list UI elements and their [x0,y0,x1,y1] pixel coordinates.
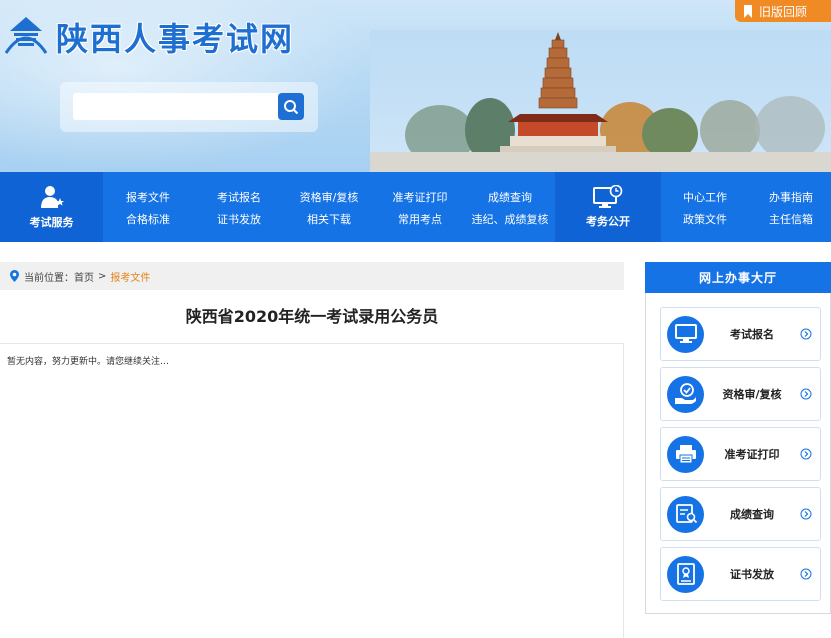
side-item-icon-wrap [667,375,704,413]
nav-link-policy-docs[interactable]: 政策文件 [683,211,727,227]
breadcrumb-separator: > [98,270,107,282]
side-item-label: 成绩查询 [730,508,774,521]
side-item-label: 准考证打印 [724,448,780,461]
pagoda-scene-illustration [370,30,831,172]
old-version-label: 旧版回顾 [759,4,808,19]
side-item-label: 考试报名 [730,328,774,341]
nav-link-exam-register[interactable]: 考试报名 [217,189,261,205]
article-title: 陕西省2020年统一考试录用公务员 [185,307,439,326]
search-button[interactable] [278,93,304,120]
side-item-icon-wrap [667,435,704,473]
nav-link-score-query[interactable]: 成绩查询 [488,189,532,205]
main-nav: 考试服务 报考文件 合格标准 考试报名 证书发放 资格审/复核 相关下载 准考证… [0,172,831,242]
side-item-score-query[interactable]: 成绩查询 [660,487,821,541]
nav-exam-service[interactable]: 考试服务 [0,172,103,242]
nav-exam-public-label: 考务公开 [586,215,630,228]
side-item-admission-print[interactable]: 准考证打印 [660,427,821,481]
nav-link-center-work[interactable]: 中心工作 [683,189,727,205]
online-service-title: 网上办事大厅 [645,262,831,293]
site-logo-icon [4,17,48,54]
side-item-qualification[interactable]: 资格审/复核 [660,367,821,421]
nav-link-certificate[interactable]: 证书发放 [217,211,261,227]
nav-link-director-mailbox[interactable]: 主任信箱 [769,211,813,227]
nav-exam-public[interactable]: 考务公开 [555,172,661,242]
nav-link-qualification[interactable]: 资格审/复核 [300,189,359,205]
side-item-icon-wrap [667,495,704,533]
nav-link-downloads[interactable]: 相关下载 [307,211,351,227]
nav-link-pass-standard[interactable]: 合格标准 [126,211,170,227]
breadcrumb-prefix: 当前位置： [24,272,74,284]
breadcrumb-current[interactable]: 报考文件 [110,269,150,284]
page-root: 陕西人事考试网 旧版回顾 考试服务 报考文件 合格标准 考试报名 证书发放 资格… [0,0,831,638]
side-item-certificate[interactable]: 证书发放 [660,547,821,601]
arrow-right-circle-icon [800,388,812,400]
side-item-exam-register[interactable]: 考试报名 [660,307,821,361]
side-item-icon-wrap [667,315,704,353]
location-pin-icon [10,270,19,282]
article-content-box [0,343,624,638]
arrow-right-circle-icon [800,448,812,460]
printer-icon [675,445,696,464]
article-body: 暂无内容，努力更新中。请您继续关注… [7,357,170,367]
hand-check-icon [674,383,696,404]
site-title: 陕西人事考试网 [56,20,295,58]
arrow-right-circle-icon [800,508,812,520]
bookmark-icon [744,4,752,18]
search-input[interactable] [73,93,278,120]
header-banner: 陕西人事考试网 旧版回顾 [0,0,831,172]
search-document-icon [675,504,697,524]
arrow-right-circle-icon [800,568,812,580]
nav-link-admission-print[interactable]: 准考证打印 [393,189,448,205]
breadcrumb-home[interactable]: 首页 [74,269,94,284]
monitor-clock-icon [593,185,623,208]
nav-link-exam-sites[interactable]: 常用考点 [398,211,442,227]
arrow-right-circle-icon [800,328,812,340]
breadcrumb: 当前位置： 首页 > 报考文件 [0,262,624,290]
search-icon [284,99,299,114]
certificate-icon [676,563,695,585]
side-item-label: 资格审/复核 [722,388,782,401]
side-item-label: 证书发放 [730,568,774,581]
nav-exam-service-label: 考试服务 [29,216,74,229]
user-star-icon [40,186,64,208]
side-item-icon-wrap [667,555,704,593]
nav-link-apply-docs[interactable]: 报考文件 [126,189,170,205]
monitor-icon [674,324,697,343]
nav-link-service-guide[interactable]: 办事指南 [769,189,813,205]
nav-link-violation-review[interactable]: 违纪、成绩复核 [472,211,549,227]
old-version-button[interactable]: 旧版回顾 [735,0,831,22]
